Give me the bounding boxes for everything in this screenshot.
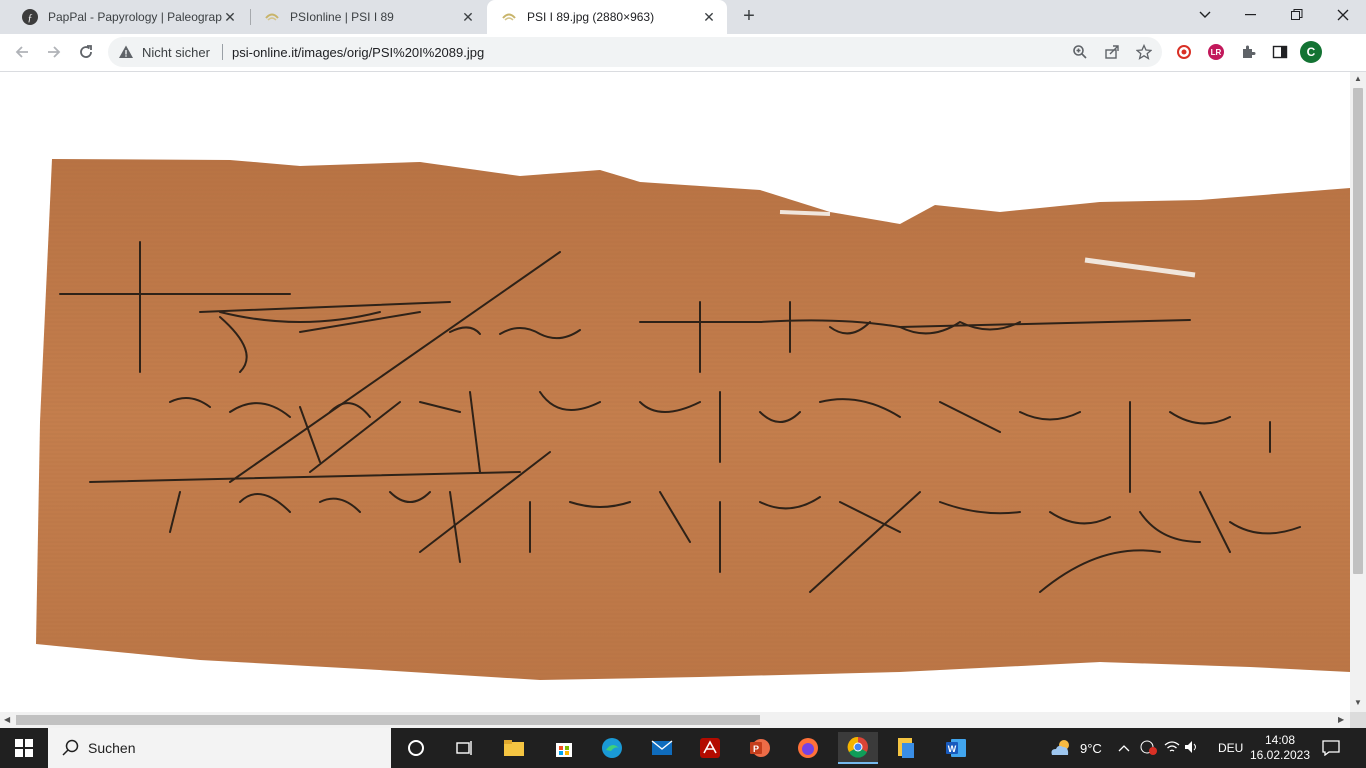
svg-text:LR: LR [1211, 48, 1222, 57]
address-bar[interactable]: Nicht sicher psi-online.it/images/orig/P… [108, 37, 1162, 67]
bookmark-star-icon[interactable] [1134, 42, 1154, 62]
zoom-icon[interactable] [1070, 42, 1090, 62]
weather-widget[interactable]: 9°C [1048, 728, 1102, 768]
store-icon[interactable] [544, 732, 584, 764]
psi-icon [264, 9, 280, 25]
scroll-thumb[interactable] [1353, 88, 1363, 574]
mail-icon[interactable] [642, 732, 682, 764]
scroll-left-icon[interactable]: ◀ [4, 715, 10, 724]
notification-icon[interactable] [1322, 728, 1340, 768]
file-explorer-doc-icon[interactable] [886, 732, 926, 764]
taskbar-search[interactable]: Suchen [48, 728, 391, 768]
psi-icon [501, 9, 517, 25]
tab-strip: ƒ PapPal - Papyrology | Paleograph ✕ PSI… [0, 0, 1366, 34]
back-button[interactable] [8, 38, 36, 66]
tab-title: PSI I 89.jpg (2880×963) [527, 10, 655, 24]
tab-title: PapPal - Papyrology | Paleograph [48, 10, 222, 24]
papyrus-image[interactable] [0, 72, 1350, 712]
language-label: DEU [1218, 741, 1244, 755]
new-tab-button[interactable]: + [737, 5, 761, 29]
pappal-icon: ƒ [22, 9, 38, 25]
file-explorer-icon[interactable] [494, 732, 534, 764]
profile-avatar[interactable]: C [1300, 41, 1322, 63]
edge-icon[interactable] [592, 732, 632, 764]
scroll-thumb[interactable] [16, 715, 760, 725]
security-label[interactable]: Nicht sicher [142, 45, 210, 60]
scroll-up-icon[interactable]: ▲ [1354, 74, 1362, 83]
acrobat-icon[interactable] [690, 732, 730, 764]
task-view-icon[interactable] [444, 732, 484, 764]
word-icon[interactable]: W [936, 732, 976, 764]
horizontal-scrollbar[interactable]: ◀ ▶ [0, 712, 1350, 728]
chevron-up-icon[interactable] [1118, 741, 1134, 755]
close-window-button[interactable] [1320, 0, 1366, 30]
share-icon[interactable] [1102, 42, 1122, 62]
tab-pappal[interactable]: ƒ PapPal - Papyrology | Paleograph ✕ [8, 0, 248, 34]
arrow-right-icon [48, 46, 61, 58]
extensions-puzzle-icon[interactable] [1237, 41, 1259, 63]
tray-icons [1118, 728, 1204, 768]
scroll-corner [1350, 712, 1366, 728]
side-panel-icon[interactable] [1269, 41, 1291, 63]
search-label: Suchen [88, 740, 136, 756]
divider [222, 44, 223, 60]
tab-image[interactable]: PSI I 89.jpg (2880×963) ✕ [487, 0, 727, 34]
clock-time: 14:08 [1264, 733, 1296, 747]
arrow-left-icon [15, 46, 28, 58]
extension-red-icon[interactable] [1173, 41, 1195, 63]
cloud-sun-icon [1051, 740, 1069, 755]
wifi-icon[interactable] [1164, 740, 1184, 757]
svg-text:W: W [948, 744, 957, 754]
scroll-right-icon[interactable]: ▶ [1338, 715, 1344, 724]
clock[interactable]: 14:08 16.02.2023 [1249, 728, 1311, 768]
language-indicator[interactable]: DEU [1218, 728, 1243, 768]
close-icon[interactable]: ✕ [460, 9, 476, 25]
chrome-icon[interactable] [838, 732, 878, 764]
minimize-button[interactable] [1228, 0, 1274, 30]
firefox-icon[interactable] [788, 732, 828, 764]
close-icon[interactable]: ✕ [701, 9, 717, 25]
restore-button[interactable] [1274, 0, 1320, 30]
browser-toolbar: Nicht sicher psi-online.it/images/orig/P… [0, 34, 1366, 72]
reload-button[interactable] [72, 38, 100, 66]
weather-temp: 9°C [1080, 740, 1102, 756]
windows-taskbar: Suchen P W 9°C DEU 14:08 16.02.2023 [0, 728, 1366, 768]
forward-button[interactable] [40, 38, 68, 66]
url-text[interactable]: psi-online.it/images/orig/PSI%20I%2089.j… [232, 45, 484, 60]
network-alert-icon[interactable] [1140, 739, 1162, 758]
close-icon[interactable]: ✕ [222, 9, 238, 25]
search-icon [62, 739, 80, 760]
reload-icon [80, 45, 92, 58]
windows-start-icon[interactable] [4, 732, 44, 764]
cortana-icon[interactable] [396, 732, 436, 764]
svg-text:ƒ: ƒ [28, 13, 33, 24]
powerpoint-icon[interactable]: P [740, 732, 780, 764]
tab-psionline[interactable]: PSIonline | PSI I 89 ✕ [250, 0, 486, 34]
scroll-down-icon[interactable]: ▼ [1354, 698, 1362, 707]
tab-search-icon[interactable] [1182, 0, 1228, 30]
tab-title: PSIonline | PSI I 89 [290, 10, 394, 24]
vertical-scrollbar[interactable]: ▲ ▼ [1350, 72, 1366, 712]
volume-icon[interactable] [1184, 740, 1204, 757]
image-viewport [0, 72, 1350, 712]
svg-text:P: P [753, 744, 759, 754]
warning-icon[interactable] [118, 44, 134, 63]
clock-date: 16.02.2023 [1249, 748, 1311, 762]
extension-lr-icon[interactable]: LR [1205, 41, 1227, 63]
